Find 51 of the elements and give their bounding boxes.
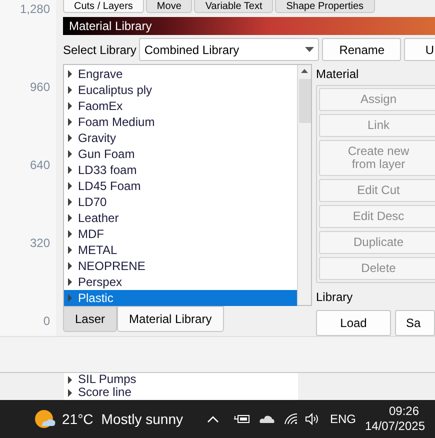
tree-item[interactable]: SIL Pumps <box>67 373 298 386</box>
tree-item[interactable]: METAL <box>64 242 297 258</box>
battery-plug-icon[interactable] <box>234 414 250 424</box>
scrollbar-thumb[interactable] <box>298 79 310 123</box>
dropdown-caret-icon <box>305 47 314 52</box>
scroll-up-icon[interactable] <box>301 69 308 73</box>
weather-text[interactable]: Mostly sunny <box>101 408 183 430</box>
tree-item[interactable]: MDF <box>64 226 297 242</box>
tab[interactable]: Move <box>146 0 192 13</box>
weather-icon[interactable] <box>34 409 56 429</box>
tab[interactable]: Shape Properties <box>275 0 375 13</box>
clock[interactable]: 09:26 14/07/2025 <box>364 404 425 434</box>
material-label: Material <box>316 66 360 83</box>
temperature[interactable]: 21°C <box>62 408 94 430</box>
cloud-icon[interactable] <box>258 414 275 424</box>
tree-item[interactable]: FaomEx <box>64 98 297 114</box>
tree-item[interactable]: Engrave <box>64 66 297 82</box>
ruler-label: 1,280 <box>20 1 50 17</box>
select-library-label: Select Library <box>63 42 136 58</box>
tab[interactable]: Variable Text <box>194 0 274 13</box>
tree-item[interactable]: Perspex <box>64 274 297 290</box>
tab[interactable]: Laser <box>63 306 118 332</box>
ruler-label: 640 <box>30 157 50 173</box>
tree-item[interactable]: NEOPRENE <box>64 258 297 274</box>
scrollbar[interactable] <box>297 65 311 305</box>
header-button[interactable]: U <box>404 38 435 61</box>
tree-item[interactable]: Eucaliptus ply <box>64 82 297 98</box>
ruler-label: 960 <box>30 79 50 95</box>
tree-item[interactable]: Plastic <box>64 290 297 306</box>
library-dropdown[interactable]: Combined Library <box>139 38 320 61</box>
tree-item[interactable]: Gravity <box>64 130 297 146</box>
header-button[interactable]: Rename <box>322 38 402 61</box>
ruler-label: 0 <box>43 313 50 329</box>
tab[interactable]: Cuts / Layers <box>63 0 144 13</box>
tree-item[interactable]: LD70 <box>64 194 297 210</box>
tree-item[interactable]: LD45 Foam <box>64 178 297 194</box>
library-button[interactable]: Sa <box>395 310 435 336</box>
speaker-icon[interactable] <box>304 413 321 425</box>
tab[interactable]: Material Library <box>117 306 224 332</box>
tree-item[interactable]: Leather <box>64 210 297 226</box>
panel-title-bar: Material Library <box>63 17 435 35</box>
wifi-icon[interactable] <box>284 413 298 425</box>
tree-item[interactable]: Score line <box>67 386 298 399</box>
tree-item[interactable]: Gun Foam <box>64 146 297 162</box>
tree-item[interactable]: LD33 foam <box>64 162 297 178</box>
language-indicator[interactable]: ENG <box>330 410 356 428</box>
chevron-up-icon[interactable] <box>206 415 219 423</box>
library-button[interactable]: Load <box>316 310 391 336</box>
library-label: Library <box>316 289 354 306</box>
tree-item[interactable]: Foam Medium <box>64 114 297 130</box>
ruler-label: 320 <box>30 235 50 251</box>
